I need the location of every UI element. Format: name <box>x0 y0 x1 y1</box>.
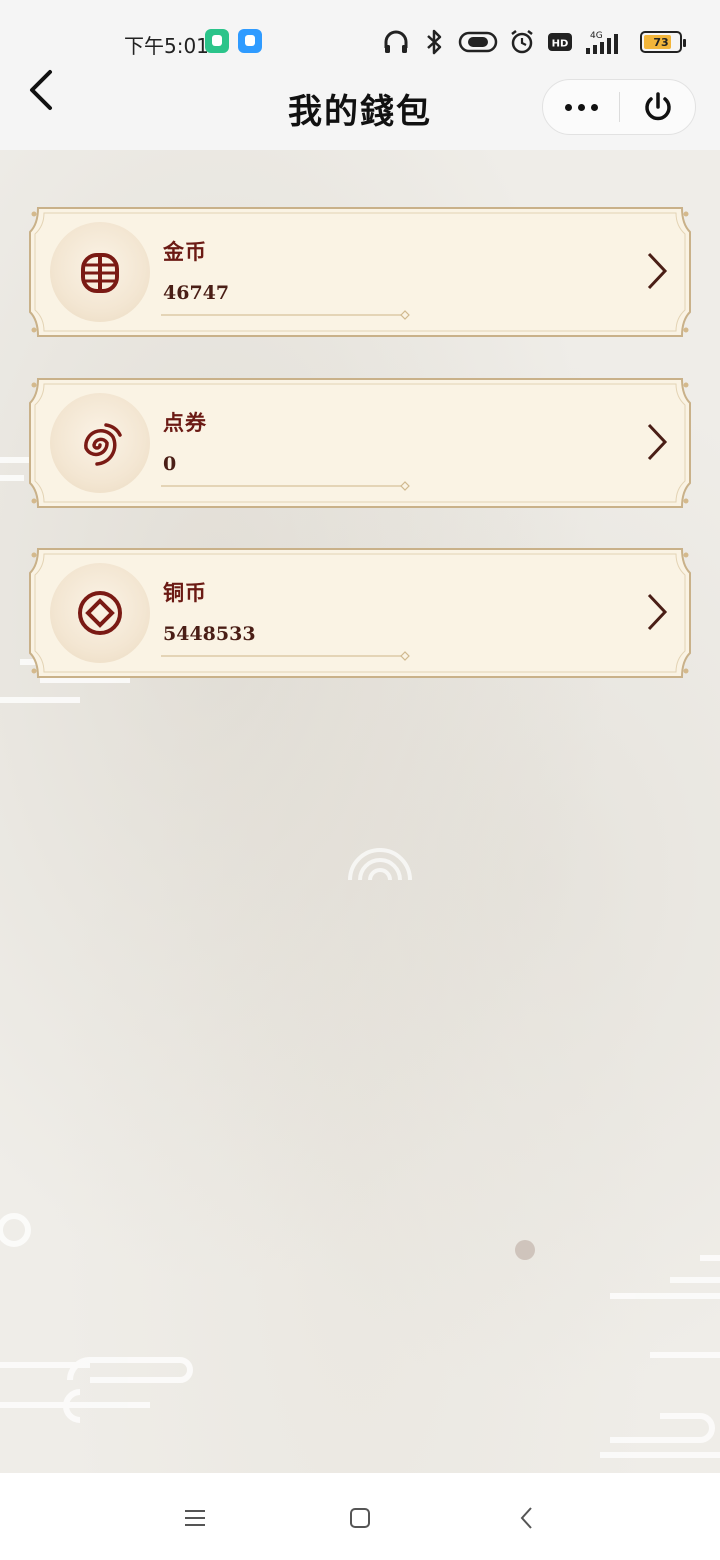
alarm-icon <box>511 30 533 54</box>
more-dot-icon <box>590 103 598 111</box>
signal-icon: 4G <box>586 31 618 54</box>
power-icon <box>644 92 671 121</box>
message-app-icon <box>238 29 262 53</box>
status-icons: HD 4G 73 <box>382 26 686 58</box>
wallet-card-gold[interactable]: 金币 46747 <box>28 206 692 338</box>
svg-text:4G: 4G <box>590 31 603 41</box>
wallet-card-label: 金币 <box>163 240 207 264</box>
chevron-right-icon <box>647 252 668 290</box>
wallet-card-label: 铜币 <box>163 581 207 605</box>
copper-coin-icon <box>50 563 150 663</box>
system-navigation-bar <box>0 1473 720 1560</box>
recent-apps-button[interactable] <box>178 1501 212 1535</box>
hd-icon: HD <box>548 33 572 51</box>
card-underline-decoration <box>161 651 410 661</box>
mini-program-capsule <box>542 79 696 135</box>
ink-dot-decoration <box>515 1240 535 1260</box>
status-time: 下午5:01 <box>124 34 209 58</box>
wallet-card-value: 46747 <box>163 282 230 304</box>
wallet-card-value: 0 <box>163 453 177 475</box>
battery-icon: 73 <box>640 31 686 53</box>
wallet-card-copper[interactable]: 铜币 5448533 <box>28 547 692 679</box>
card-underline-decoration <box>161 310 410 320</box>
bluetooth-icon <box>427 29 442 55</box>
navigation-header: 我的錢包 <box>0 62 720 150</box>
voucher-swirl-icon <box>50 393 150 493</box>
cloud-pattern-decoration <box>600 1255 720 1458</box>
more-dot-icon <box>577 103 585 111</box>
menu-icon <box>185 1510 205 1526</box>
chevron-right-icon <box>647 593 668 631</box>
square-home-icon <box>350 1508 370 1528</box>
cloud-pattern-decoration <box>0 1213 193 1423</box>
more-dot-icon <box>564 103 572 111</box>
cloud-pattern-decoration <box>348 848 412 881</box>
gold-coin-icon <box>50 222 150 322</box>
close-program-button[interactable] <box>620 80 695 134</box>
wallet-card-value: 5448533 <box>163 623 256 645</box>
system-back-button[interactable] <box>510 1501 544 1535</box>
home-button[interactable] <box>343 1501 377 1535</box>
wallet-content: 金币 46747 点券 0 铜币 5448533 <box>0 150 720 1473</box>
security-app-icon <box>205 29 229 53</box>
battery-level: 73 <box>653 35 669 49</box>
wallet-card-label: 点券 <box>163 411 207 435</box>
headphones-icon <box>384 30 408 53</box>
svg-text:HD: HD <box>552 39 569 50</box>
card-underline-decoration <box>161 481 410 491</box>
vibrate-toggle-icon <box>458 31 498 53</box>
wallet-card-voucher[interactable]: 点券 0 <box>28 377 692 509</box>
back-arrow-icon <box>520 1507 532 1529</box>
chevron-right-icon <box>647 423 668 461</box>
more-options-button[interactable] <box>543 80 619 134</box>
